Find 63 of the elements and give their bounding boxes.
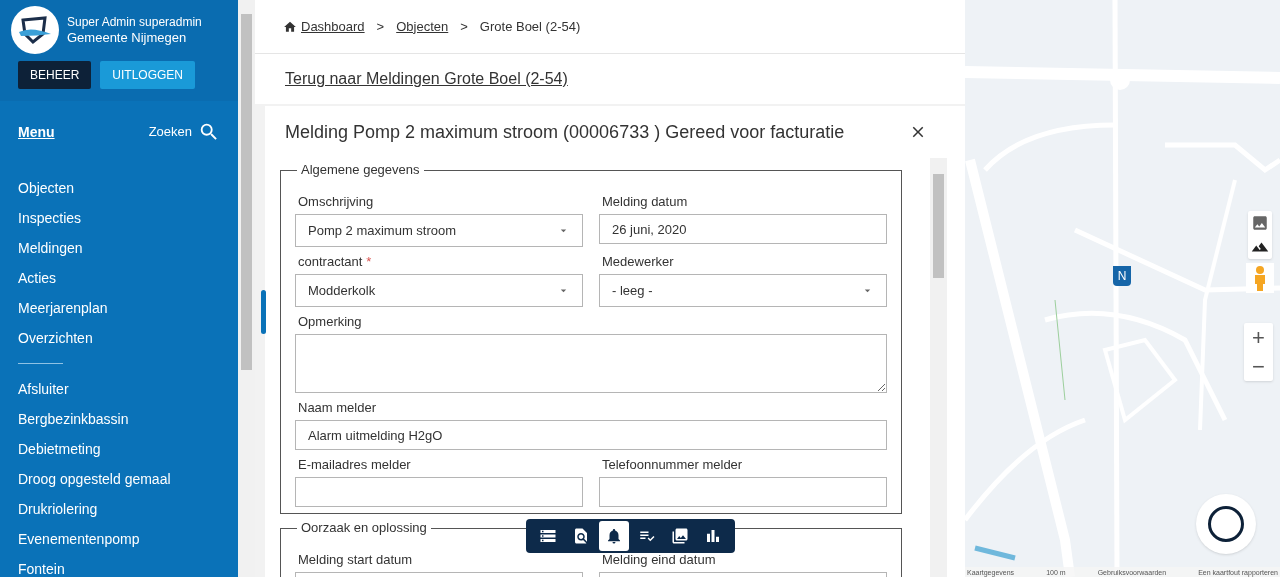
breadcrumb-current: Grote Boel (2-54)	[479, 17, 581, 36]
nav-item[interactable]: Evenementenpomp	[0, 524, 238, 554]
menu-link[interactable]: Menu	[18, 121, 55, 143]
bar-chart-icon	[704, 527, 722, 545]
home-icon	[283, 19, 297, 34]
resize-handle[interactable]	[261, 290, 266, 334]
field-label: Naam melder	[298, 400, 377, 416]
nav-item[interactable]: Meerjarenplan	[0, 293, 238, 323]
breadcrumb-separator: >	[376, 17, 385, 36]
dropdown[interactable]: Modderkolk	[295, 274, 583, 307]
nav-item[interactable]: Fontein	[0, 554, 238, 577]
field-label: contractant	[298, 254, 363, 270]
input-field[interactable]	[295, 477, 583, 507]
section-legend: Oorzaak en oplossing	[297, 520, 431, 536]
scrollbar[interactable]	[238, 0, 255, 577]
map-marker[interactable]: N	[1113, 266, 1131, 286]
server-icon	[539, 527, 557, 545]
nav-item[interactable]: Inspecties	[0, 203, 238, 233]
user-name: Super Admin superadmin	[67, 14, 202, 30]
breadcrumb-link[interactable]: Objecten	[396, 16, 449, 37]
document-search-icon	[572, 527, 590, 545]
dropdown[interactable]: Pomp 2 maximum stroom	[295, 214, 583, 247]
nav-item[interactable]: Droog opgesteld gemaal	[0, 464, 238, 494]
section-legend: Algemene gegevens	[297, 162, 424, 178]
logo-icon	[11, 6, 59, 54]
dialog-title: Melding Pomp 2 maximum stroom (00006733 ) Gereed voor facturatie	[285, 120, 845, 144]
dropdown[interactable]: - leeg -	[599, 274, 887, 307]
bell-tab[interactable]	[599, 521, 629, 551]
search-button[interactable]: Zoeken	[148, 121, 220, 143]
field-label: Medewerker	[602, 254, 674, 270]
breadcrumb-link[interactable]: Dashboard	[283, 16, 365, 37]
input-field[interactable]: Alarm uitmelding H2gO	[295, 420, 887, 450]
logout-button[interactable]: UITLOGGEN	[100, 61, 196, 89]
bell-icon	[605, 527, 623, 545]
nav-item[interactable]: Overzichten	[0, 323, 238, 353]
admin-button[interactable]: BEHEER	[18, 61, 92, 89]
field-label: Melding eind datum	[602, 552, 716, 568]
nav-item[interactable]: Drukriolering	[0, 494, 238, 524]
organisation-name: Gemeente Nijmegen	[67, 30, 188, 46]
back-link[interactable]: Terug naar Meldingen Grote Boel (2-54)	[285, 67, 568, 91]
scrollbar[interactable]	[930, 158, 947, 577]
zoom-in-button[interactable]: +	[1244, 323, 1273, 352]
nav-item[interactable]: Afsluiter	[0, 374, 238, 404]
nav-item[interactable]: Acties	[0, 263, 238, 293]
required-mark: *	[366, 254, 372, 270]
search-icon	[198, 121, 220, 143]
field-label: Omschrijving	[298, 194, 374, 210]
nav-item[interactable]: Meldingen	[0, 233, 238, 263]
nav-item[interactable]: Bergbezinkbassin	[0, 404, 238, 434]
input-field[interactable]	[599, 477, 887, 507]
input-field[interactable]: 26 juni, 2020	[599, 214, 887, 244]
field-label: Telefoonnummer melder	[602, 457, 743, 473]
zoom-out-button[interactable]: −	[1244, 352, 1273, 381]
field-label: E-mailadres melder	[298, 457, 411, 473]
breadcrumb-separator: >	[460, 17, 468, 36]
field-label: Melding datum	[602, 194, 688, 210]
nav-item[interactable]: Debietmeting	[0, 434, 238, 464]
field-label: Opmerking	[298, 314, 362, 330]
image-icon	[1251, 214, 1269, 232]
field-label: Melding start datum	[298, 552, 413, 568]
comment-field[interactable]	[295, 334, 887, 393]
photos-icon	[671, 527, 689, 545]
nav-item[interactable]: Objecten	[0, 173, 238, 203]
